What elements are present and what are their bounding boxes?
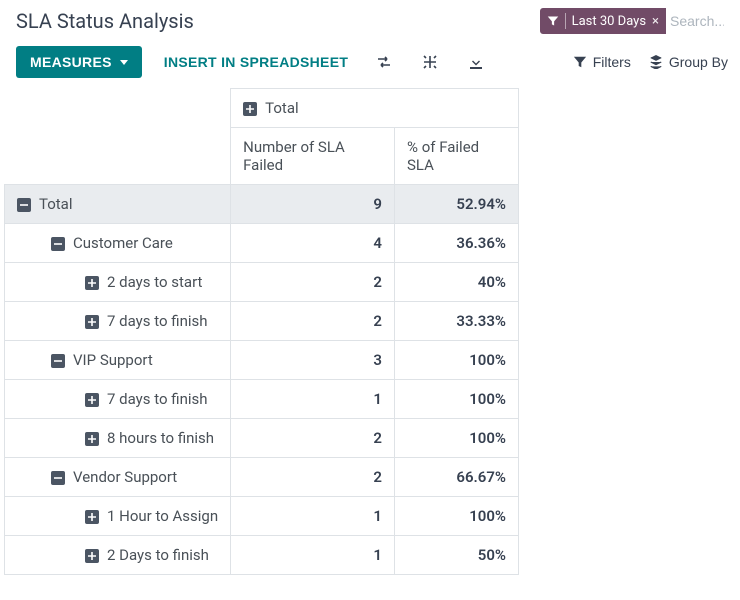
close-icon[interactable]: × — [652, 14, 659, 29]
pivot-cell[interactable]: 3 — [231, 341, 395, 380]
table-row: Total 952.94% — [5, 185, 519, 224]
table-row: VIP Support 3100% — [5, 341, 519, 380]
filter-chip-label: Last 30 Days — [572, 14, 646, 29]
pivot-cell[interactable]: 100% — [395, 380, 519, 419]
measures-label: MEASURES — [30, 54, 112, 70]
pivot-cell[interactable]: 50% — [395, 536, 519, 575]
plus-icon — [243, 102, 257, 116]
search-input[interactable] — [666, 8, 728, 34]
pivot-row-header[interactable]: 8 hours to finish — [5, 419, 231, 458]
pivot-col-header[interactable]: % of Failed SLA — [395, 128, 519, 185]
table-row: Customer Care 436.36% — [5, 224, 519, 263]
pivot-row-header[interactable]: Total — [5, 185, 231, 224]
pivot-row-label: VIP Support — [73, 351, 153, 369]
groupby-button[interactable]: Group By — [649, 54, 728, 70]
pivot-row-label: 8 hours to finish — [107, 429, 214, 447]
pivot-row-label: 7 days to finish — [107, 390, 208, 408]
groupby-label: Group By — [669, 54, 728, 70]
pivot-cell[interactable]: 1 — [231, 497, 395, 536]
plus-icon — [85, 315, 99, 329]
table-row: 8 hours to finish 2100% — [5, 419, 519, 458]
pivot-col-header[interactable]: Number of SLA Failed — [231, 128, 395, 185]
table-row: 2 Days to finish 150% — [5, 536, 519, 575]
pivot-row-header[interactable]: VIP Support — [5, 341, 231, 380]
pivot-cell[interactable]: 100% — [395, 497, 519, 536]
download-button[interactable] — [462, 50, 490, 74]
minus-icon — [17, 198, 31, 212]
pivot-row-header[interactable]: 7 days to finish — [5, 302, 231, 341]
pivot-row-label: Customer Care — [73, 234, 173, 252]
table-row: 2 days to start 240% — [5, 263, 519, 302]
pivot-row-header[interactable]: Customer Care — [5, 224, 231, 263]
insert-spreadsheet-button[interactable]: INSERT IN SPREADSHEET — [160, 48, 352, 76]
pivot-cell[interactable]: 1 — [231, 380, 395, 419]
pivot-row-header[interactable]: Vendor Support — [5, 458, 231, 497]
pivot-row-label: 1 Hour to Assign — [107, 507, 218, 525]
pivot-cell[interactable]: 52.94% — [395, 185, 519, 224]
minus-icon — [51, 354, 65, 368]
pivot-row-header[interactable]: 1 Hour to Assign — [5, 497, 231, 536]
page-title: SLA Status Analysis — [16, 9, 194, 33]
pivot-cell[interactable]: 2 — [231, 263, 395, 302]
pivot-cell[interactable]: 40% — [395, 263, 519, 302]
minus-icon — [51, 237, 65, 251]
pivot-cell[interactable]: 33.33% — [395, 302, 519, 341]
caret-down-icon — [120, 60, 128, 65]
pivot-cell[interactable]: 100% — [395, 341, 519, 380]
plus-icon — [85, 510, 99, 524]
minus-icon — [51, 471, 65, 485]
pivot-table: Total Number of SLA Failed % of Failed S… — [4, 88, 519, 575]
plus-icon — [85, 276, 99, 290]
pivot-row-label: 2 Days to finish — [107, 546, 209, 564]
filters-button[interactable]: Filters — [573, 54, 631, 70]
plus-icon — [85, 432, 99, 446]
pivot-row-label: Vendor Support — [73, 468, 177, 486]
filters-label: Filters — [593, 54, 631, 70]
pivot-corner — [5, 89, 231, 185]
pivot-cell[interactable]: 2 — [231, 458, 395, 497]
pivot-row-header[interactable]: 7 days to finish — [5, 380, 231, 419]
expand-all-button[interactable] — [416, 50, 444, 74]
plus-icon — [85, 393, 99, 407]
pivot-row-header[interactable]: 2 Days to finish — [5, 536, 231, 575]
pivot-row-label: Total — [39, 195, 73, 213]
pivot-cell[interactable]: 36.36% — [395, 224, 519, 263]
funnel-icon — [547, 15, 559, 27]
pivot-cell[interactable]: 1 — [231, 536, 395, 575]
pivot-row-label: 7 days to finish — [107, 312, 208, 330]
pivot-cell[interactable]: 9 — [231, 185, 395, 224]
pivot-cell[interactable]: 100% — [395, 419, 519, 458]
measures-button[interactable]: MEASURES — [16, 46, 142, 78]
plus-icon — [85, 549, 99, 563]
pivot-col-total-label: Total — [265, 99, 299, 117]
table-row: 7 days to finish 1100% — [5, 380, 519, 419]
pivot-col-total[interactable]: Total — [231, 89, 519, 128]
pivot-cell[interactable]: 2 — [231, 302, 395, 341]
pivot-cell[interactable]: 2 — [231, 419, 395, 458]
pivot-row-label: 2 days to start — [107, 273, 202, 291]
pivot-row-header[interactable]: 2 days to start — [5, 263, 231, 302]
table-row: Vendor Support 266.67% — [5, 458, 519, 497]
flip-axis-button[interactable] — [370, 50, 398, 74]
table-row: 1 Hour to Assign 1100% — [5, 497, 519, 536]
table-row: 7 days to finish 233.33% — [5, 302, 519, 341]
filter-chip-last-30-days[interactable]: Last 30 Days × — [540, 8, 666, 34]
pivot-cell[interactable]: 4 — [231, 224, 395, 263]
pivot-cell[interactable]: 66.67% — [395, 458, 519, 497]
